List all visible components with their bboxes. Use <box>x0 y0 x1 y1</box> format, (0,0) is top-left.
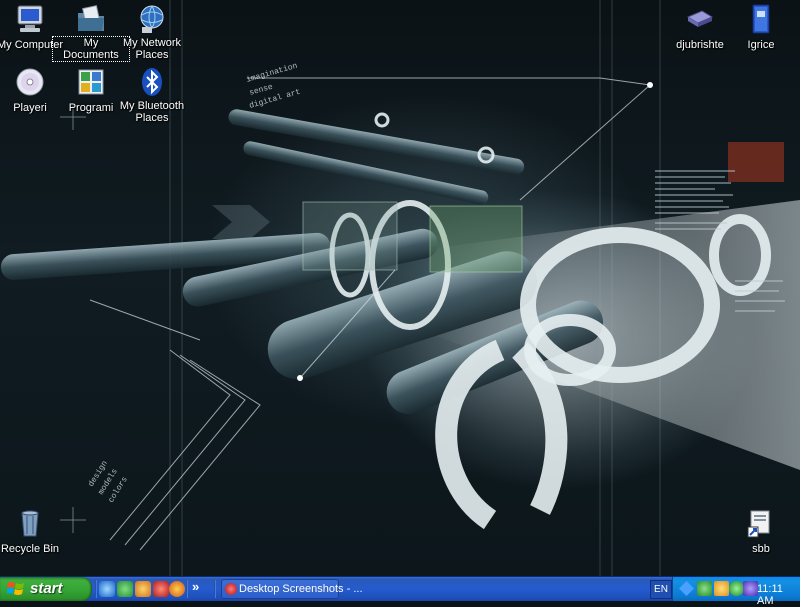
system-tray: 11:11 AM <box>672 577 800 607</box>
recycle-bin-icon <box>14 507 46 539</box>
desktop-icon-my-network-places[interactable]: My Network Places <box>114 3 190 63</box>
opera-icon <box>225 583 237 595</box>
desktop-icon-recycle-bin[interactable]: Recycle Bin <box>0 507 68 557</box>
desktop-icon-label: My Bluetooth Places <box>119 100 185 124</box>
taskbar: start » Desktop Screenshots - ... EN 11:… <box>0 576 800 607</box>
cd-icon <box>14 66 46 98</box>
language-indicator[interactable]: EN <box>650 580 672 599</box>
task-item-label: Desktop Screenshots - ... <box>239 583 363 595</box>
desktop-icon-label: Igrice <box>747 39 775 51</box>
taskbar-separator <box>186 580 188 598</box>
desktop[interactable]: imagination sense digital art design mod… <box>0 0 800 576</box>
antivirus-icon[interactable] <box>153 581 169 597</box>
book-icon <box>745 3 777 35</box>
msn-tray-icon[interactable] <box>697 581 712 596</box>
task-item-desktop-screenshots[interactable]: Desktop Screenshots - ... <box>221 579 363 599</box>
start-button[interactable]: start <box>0 577 92 601</box>
desktop-icon-label: Programi <box>68 102 114 114</box>
desktop-icon-label: djubrishte <box>676 39 724 51</box>
ie-icon[interactable] <box>99 581 115 597</box>
clock: 11:11 AM <box>757 583 783 607</box>
network-places-icon <box>136 3 168 35</box>
wallpaper-text: imagination <box>245 62 298 85</box>
messenger-tray-icon[interactable] <box>714 581 729 596</box>
desktop-icon-label: sbb <box>752 543 770 555</box>
network-tray-icon[interactable] <box>679 581 694 596</box>
firefox-icon[interactable] <box>169 581 185 597</box>
desktop-icon-sbb[interactable]: sbb <box>723 507 799 557</box>
start-label: start <box>30 580 63 597</box>
quick-launch-overflow-button[interactable]: » <box>192 579 199 594</box>
my-documents-icon <box>75 3 107 35</box>
scanner-icon <box>684 3 716 35</box>
shortcut-icon <box>745 507 777 539</box>
windows-flag-icon <box>7 582 24 595</box>
winamp-icon[interactable] <box>135 581 151 597</box>
desktop-icon-igrice[interactable]: Igrice <box>723 3 799 53</box>
bluetooth-tray-icon[interactable] <box>743 581 758 596</box>
taskbar-separator <box>214 580 216 598</box>
antivirus-tray-icon[interactable] <box>729 581 744 596</box>
programs-folder-icon <box>75 66 107 98</box>
bluetooth-icon <box>136 66 168 98</box>
desktop-icon-label: Playeri <box>13 102 47 114</box>
msn-icon[interactable] <box>117 581 133 597</box>
desktop-icon-label: My Network Places <box>122 37 182 61</box>
desktop-icon-label: Recycle Bin <box>0 543 60 555</box>
my-computer-icon <box>14 3 46 35</box>
taskbar-separator <box>95 580 97 598</box>
desktop-icon-my-bluetooth-places[interactable]: My Bluetooth Places <box>114 66 190 126</box>
